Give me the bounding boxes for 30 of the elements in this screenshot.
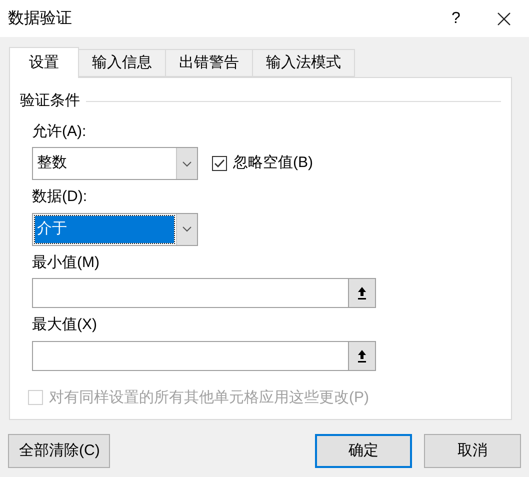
upload-arrow-icon — [357, 348, 367, 362]
input-field[interactable] — [32, 340, 348, 370]
chevron-icon — [176, 148, 197, 179]
tab[interactable]: 设置 — [9, 47, 79, 78]
close-icon — [497, 12, 511, 26]
tab[interactable]: 输入信息 — [78, 49, 166, 77]
group-title: 验证条件 — [20, 91, 80, 111]
dropdown[interactable]: 整数 — [32, 147, 198, 180]
input-field[interactable] — [32, 278, 348, 308]
collapse-button[interactable] — [348, 278, 376, 308]
upload-arrow-icon — [357, 286, 367, 300]
field-label: 最小值(M) — [32, 252, 100, 272]
dialog-button[interactable]: 全部清除(C) — [8, 434, 110, 468]
checkbox-label: 对有同样设置的所有其他单元格应用这些更改(P) — [49, 388, 369, 408]
dialog-button[interactable]: 取消 — [424, 434, 521, 468]
tab[interactable]: 输入法模式 — [252, 49, 355, 77]
chevron-icon — [176, 214, 197, 244]
dropdown-value: 介于 — [35, 216, 174, 242]
window-title: 数据验证 — [8, 8, 73, 28]
checkbox-label: 忽略空值(B) — [233, 153, 313, 174]
dropdown[interactable]: 介于 — [32, 212, 198, 246]
dropdown-value: 整数 — [36, 153, 68, 174]
dialog-button[interactable]: 确定 — [315, 434, 412, 468]
field-label: 最大值(X) — [32, 315, 97, 335]
field-label: 数据(D): — [32, 187, 87, 207]
checkbox[interactable] — [212, 156, 227, 171]
collapse-button[interactable] — [348, 340, 376, 370]
help-button[interactable]: ? — [433, 0, 479, 37]
field-label: 允许(A): — [32, 122, 86, 142]
tab[interactable]: 出错警告 — [165, 49, 253, 77]
